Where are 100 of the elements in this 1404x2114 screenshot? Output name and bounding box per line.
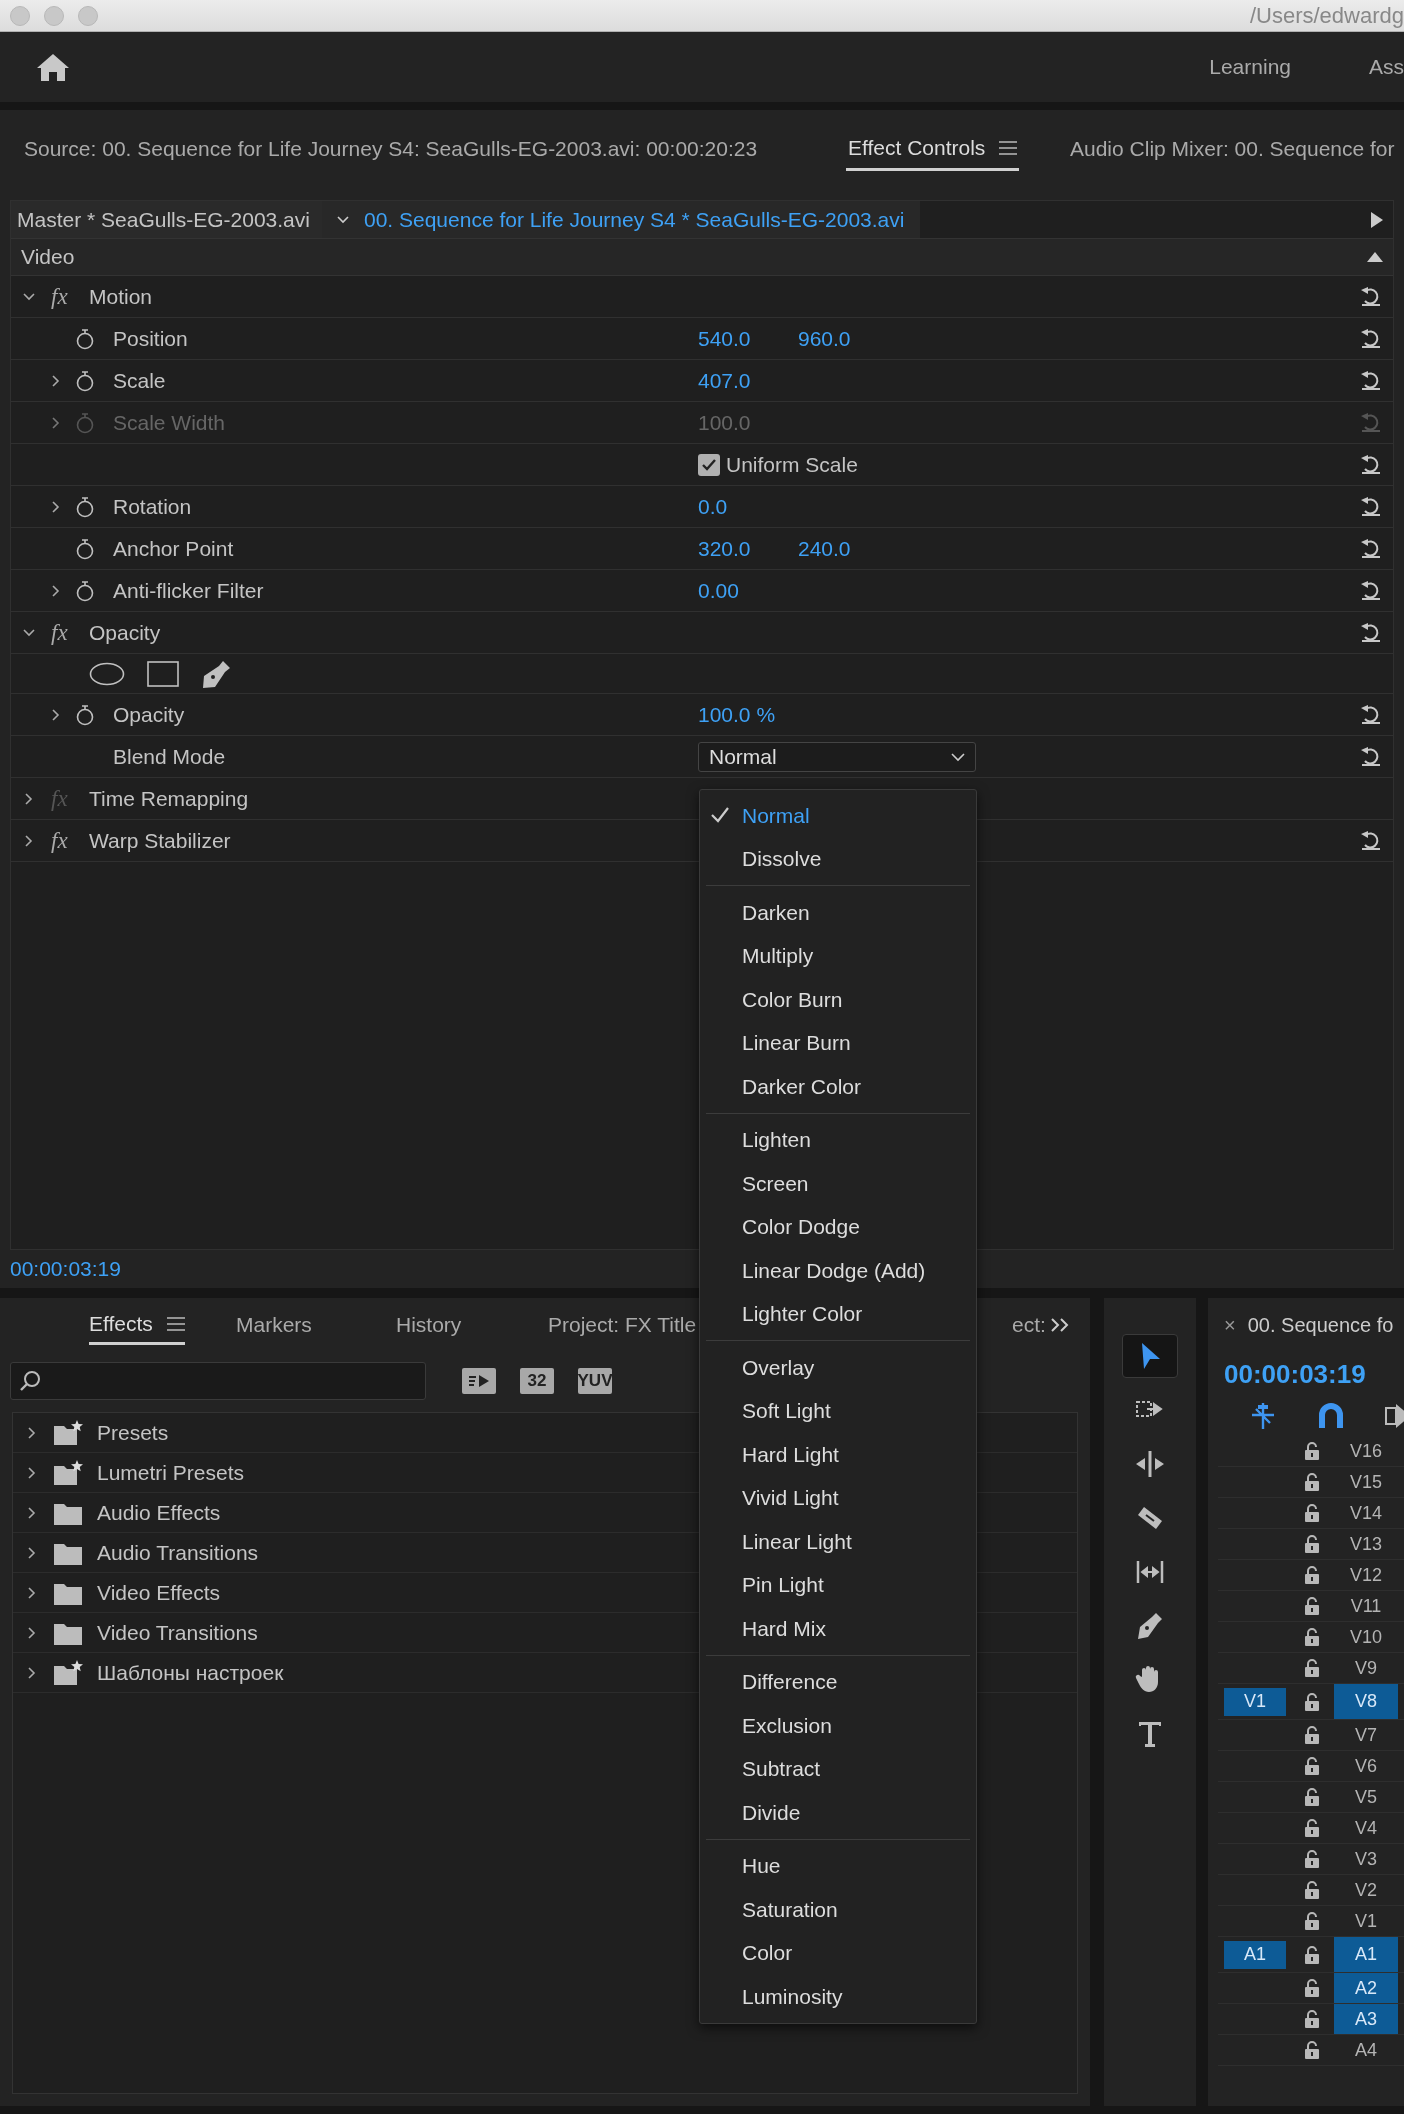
menu-item[interactable]: Darken	[700, 891, 976, 935]
magnet-icon[interactable]	[1318, 1402, 1344, 1430]
stopwatch-icon[interactable]	[75, 369, 95, 392]
menu-item[interactable]: Color Dodge	[700, 1205, 976, 1249]
sequence-tab[interactable]: 00. Sequence fo	[1247, 1313, 1394, 1337]
menu-item[interactable]: Color	[700, 1931, 976, 1975]
menu-item[interactable]: Normal	[700, 794, 976, 838]
panel-tab[interactable]: History	[396, 1305, 462, 1345]
track-label[interactable]: A2	[1334, 1973, 1398, 2003]
reset-icon[interactable]	[1359, 579, 1383, 602]
track-label[interactable]: V14	[1334, 1498, 1398, 1528]
track-label[interactable]: A4	[1334, 2035, 1398, 2065]
track-label[interactable]: V2	[1334, 1875, 1398, 1905]
workspace-tab[interactable]: Learning	[1209, 55, 1291, 79]
reset-icon[interactable]	[1359, 369, 1383, 392]
panel-tab[interactable]: Effects	[89, 1305, 185, 1345]
search-field[interactable]	[10, 1362, 426, 1400]
workspace-tab[interactable]: Ass	[1369, 55, 1404, 79]
reset-icon[interactable]	[1359, 829, 1383, 852]
tool-button[interactable]	[1122, 1334, 1178, 1378]
track-label[interactable]: V15	[1334, 1467, 1398, 1497]
panel-tab[interactable]: ect:	[1012, 1305, 1046, 1345]
track-label[interactable]: V6	[1334, 1751, 1398, 1781]
property-value[interactable]: 0.0	[698, 494, 798, 519]
menu-item[interactable]: Exclusion	[700, 1704, 976, 1748]
menu-item[interactable]: Overlay	[700, 1346, 976, 1390]
playhead-timecode[interactable]: 00:00:03:19	[1224, 1358, 1366, 1390]
track-label[interactable]: V13	[1334, 1529, 1398, 1559]
track-label[interactable]: V3	[1334, 1844, 1398, 1874]
source-patch[interactable]: A1	[1224, 1940, 1286, 1969]
menu-item[interactable]: Divide	[700, 1791, 976, 1835]
ellipse-mask-icon[interactable]	[89, 661, 125, 686]
track-label[interactable]: V16	[1334, 1436, 1398, 1466]
fx-toggle[interactable]: fx	[47, 827, 89, 854]
track-label[interactable]: V10	[1334, 1622, 1398, 1652]
sequence-clip-tab[interactable]: 00. Sequence for Life Journey S4 * SeaGulls-EG-2003.avi	[321, 201, 921, 238]
fx-toggle[interactable]: fx	[47, 619, 89, 646]
reset-icon[interactable]	[1359, 703, 1383, 726]
menu-item[interactable]: Linear Burn	[700, 1021, 976, 1065]
track-label[interactable]: V5	[1334, 1782, 1398, 1812]
menu-item[interactable]: Saturation	[700, 1888, 976, 1932]
reset-icon[interactable]	[1359, 495, 1383, 518]
reset-icon[interactable]	[1359, 327, 1383, 350]
blend-mode-dropdown[interactable]: Normal	[698, 741, 976, 772]
checkbox[interactable]	[698, 453, 720, 476]
master-clip-tab[interactable]: Master * SeaGulls-EG-2003.avi	[11, 201, 322, 238]
stopwatch-icon[interactable]	[75, 703, 95, 726]
reset-icon[interactable]	[1359, 745, 1383, 768]
play-icon[interactable]	[1371, 211, 1383, 228]
collapse-icon[interactable]	[1367, 252, 1383, 262]
track-label[interactable]: V4	[1334, 1813, 1398, 1843]
track-label[interactable]: V12	[1334, 1560, 1398, 1590]
property-value[interactable]: 100.0 %	[698, 702, 798, 727]
menu-item[interactable]: Hue	[700, 1844, 976, 1888]
more-panels-icon[interactable]	[1050, 1317, 1070, 1333]
home-icon[interactable]	[36, 52, 70, 82]
marker-icon[interactable]	[1384, 1402, 1404, 1430]
panel-tab[interactable]: Audio Clip Mixer: 00. Sequence for	[1070, 127, 1395, 171]
panel-tab[interactable]: Project: FX Title	[548, 1305, 697, 1345]
menu-item[interactable]: Luminosity	[700, 1975, 976, 2019]
panel-tab[interactable]: Effect Controls	[846, 127, 1020, 171]
property-value[interactable]: 320.0	[698, 536, 798, 561]
menu-item[interactable]: Lighter Color	[700, 1292, 976, 1336]
track-label[interactable]: A3	[1334, 2004, 1398, 2034]
property-value[interactable]: 960.0	[798, 326, 898, 351]
reset-icon[interactable]	[1359, 621, 1383, 644]
track-label[interactable]: V11	[1334, 1591, 1398, 1621]
track-label[interactable]: V9	[1334, 1653, 1398, 1683]
property-value[interactable]: 407.0	[698, 368, 798, 393]
source-patch[interactable]: V1	[1224, 1687, 1286, 1716]
filter-button[interactable]: 32	[520, 1368, 554, 1394]
menu-item[interactable]: Multiply	[700, 934, 976, 978]
close-icon[interactable]: ×	[1224, 1313, 1236, 1337]
track-label[interactable]: V8	[1334, 1684, 1398, 1719]
track-label[interactable]: V1	[1334, 1906, 1398, 1936]
property-value[interactable]: 0.00	[698, 578, 798, 603]
accelerated-effects-filter[interactable]	[462, 1368, 496, 1394]
menu-item[interactable]: Darker Color	[700, 1065, 976, 1109]
rectangle-mask-icon[interactable]	[147, 660, 179, 687]
pen-icon[interactable]	[201, 658, 231, 689]
stopwatch-icon[interactable]	[75, 579, 95, 602]
reset-icon[interactable]	[1359, 537, 1383, 560]
stopwatch-icon[interactable]	[75, 495, 95, 518]
panel-tab[interactable]: Markers	[236, 1305, 312, 1345]
filter-button[interactable]: YUV	[578, 1368, 612, 1394]
property-value[interactable]: 240.0	[798, 536, 898, 561]
panel-menu-icon[interactable]	[999, 140, 1018, 155]
reset-icon[interactable]	[1359, 285, 1383, 308]
track-label[interactable]: A1	[1334, 1937, 1398, 1972]
timecode[interactable]: 00:00:03:19	[10, 1257, 121, 1281]
property-value[interactable]: 540.0	[698, 326, 798, 351]
menu-item[interactable]: Subtract	[700, 1747, 976, 1791]
menu-item[interactable]: Dissolve	[700, 837, 976, 881]
menu-item[interactable]: Linear Dodge (Add)	[700, 1249, 976, 1293]
stopwatch-icon[interactable]	[75, 327, 95, 350]
panel-menu-icon[interactable]	[166, 1316, 185, 1331]
stopwatch-icon[interactable]	[75, 537, 95, 560]
menu-item[interactable]: Screen	[700, 1162, 976, 1206]
reset-icon[interactable]	[1359, 453, 1383, 476]
menu-item[interactable]: Color Burn	[700, 978, 976, 1022]
